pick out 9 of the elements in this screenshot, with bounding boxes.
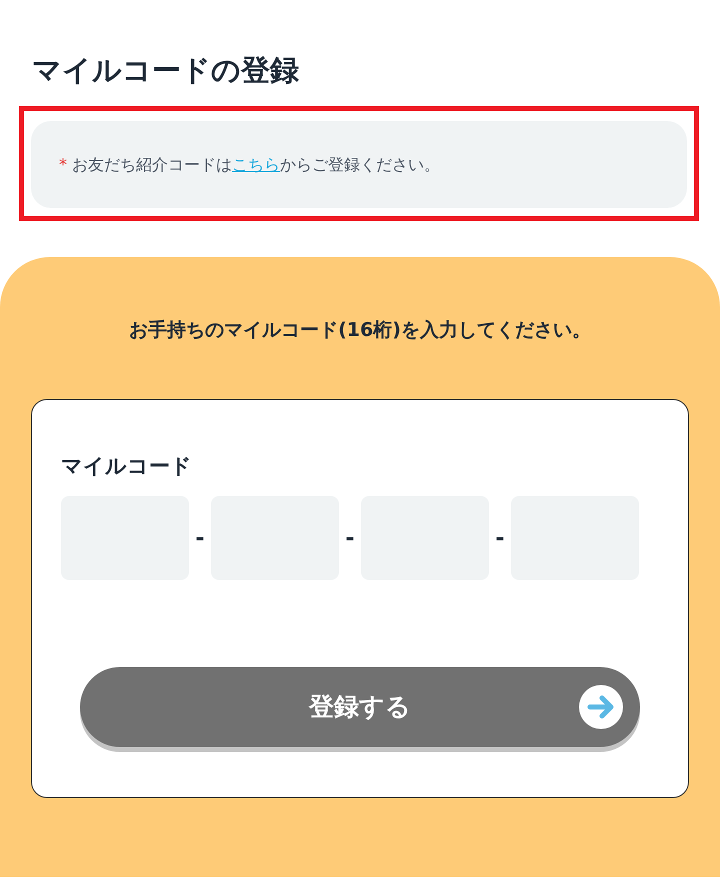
arrow-right-icon: [579, 685, 623, 729]
dash: -: [494, 524, 506, 552]
page-title: マイルコードの登録: [32, 52, 300, 89]
here-link[interactable]: こちら: [232, 154, 280, 174]
dash: -: [194, 524, 206, 552]
dash: -: [344, 524, 356, 552]
field-label: マイルコード: [61, 453, 193, 480]
instruction-text: お手持ちのマイルコード(16桁)を入力してください。: [128, 318, 592, 343]
notice-text: * お友だち紹介コードはこちらからご登録ください。: [59, 154, 440, 176]
